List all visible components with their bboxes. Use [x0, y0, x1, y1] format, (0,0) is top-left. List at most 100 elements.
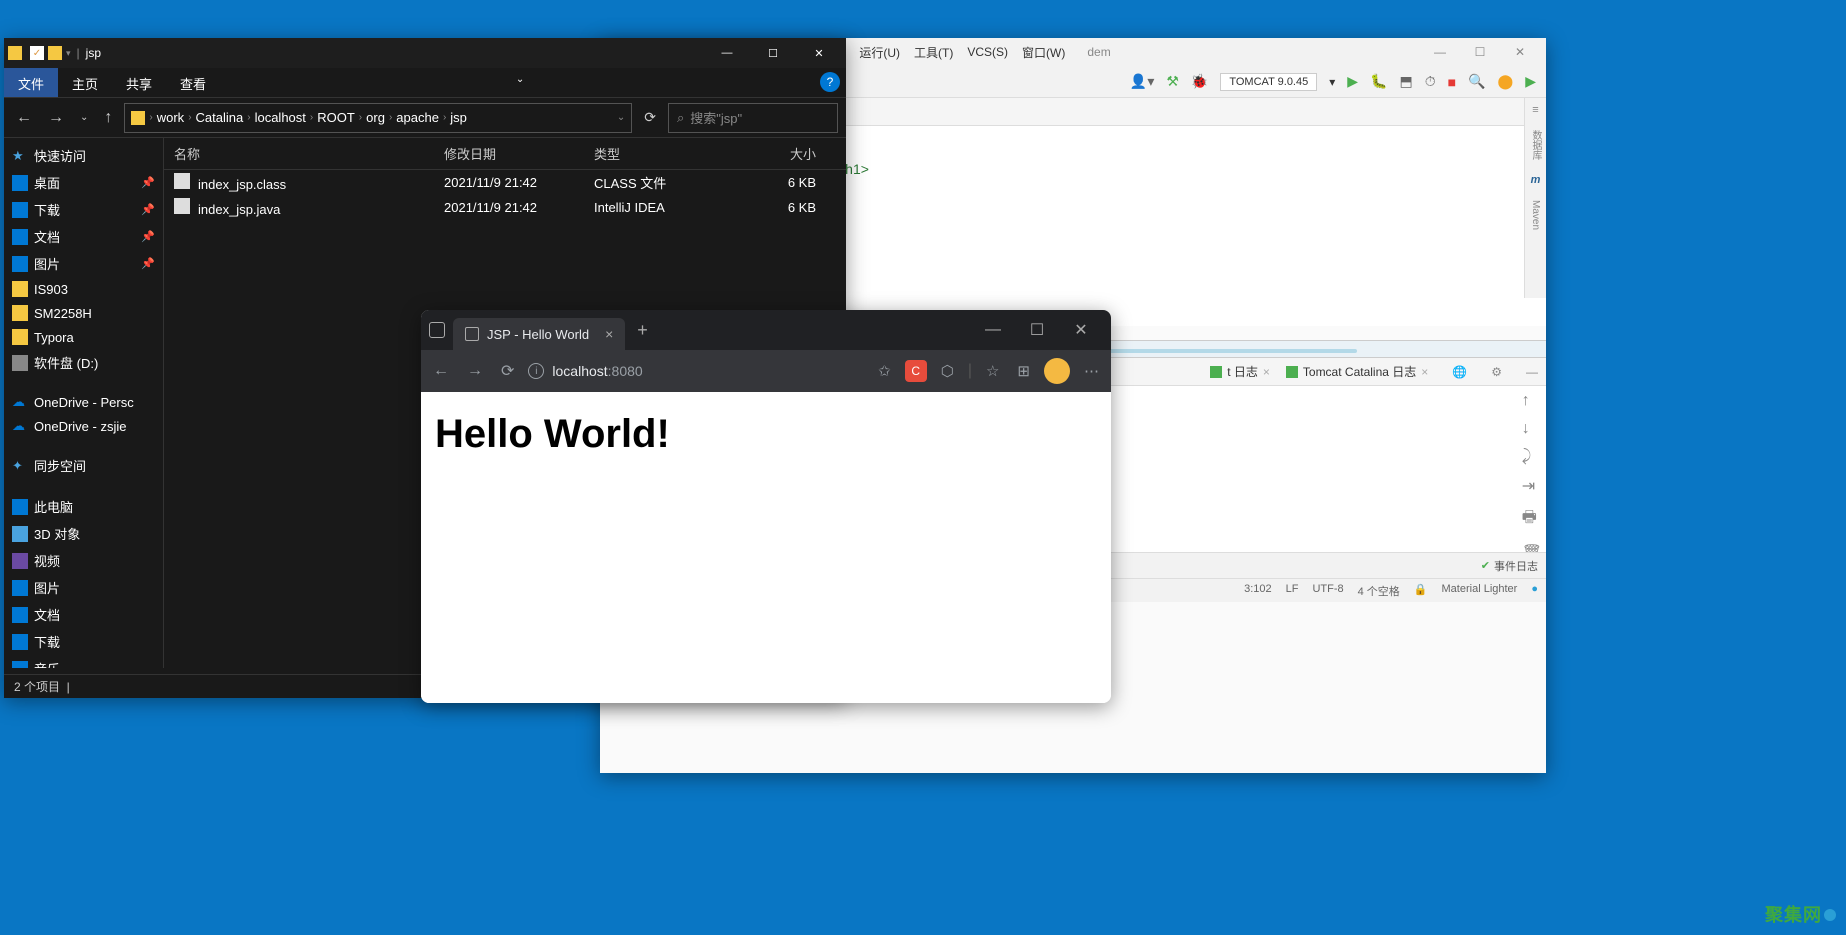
run-globe-icon[interactable]: 🌐 — [1452, 365, 1467, 379]
close-icon[interactable]: ✕ — [796, 38, 842, 68]
down-icon[interactable]: ↓ — [1522, 420, 1542, 438]
hammer-icon[interactable]: ⚒ — [1166, 73, 1179, 90]
close-log-icon[interactable]: × — [1263, 365, 1270, 379]
checkbox-icon[interactable]: ✓ — [30, 46, 44, 60]
sidebar-item[interactable]: ☁OneDrive - Persc — [4, 390, 163, 414]
search-icon[interactable]: 🔍 — [1468, 73, 1485, 90]
col-date[interactable]: 修改日期 — [444, 144, 594, 163]
sidebar-item[interactable]: 桌面📌 — [4, 169, 163, 196]
crumb[interactable]: org — [366, 110, 385, 125]
forward-icon[interactable]: → — [44, 105, 68, 131]
minimize-icon[interactable]: — — [704, 38, 750, 68]
back-icon[interactable]: ← — [429, 358, 453, 384]
history-dropdown-icon[interactable]: ⌄ — [76, 108, 92, 127]
indent-info[interactable]: 4 个空格 — [1358, 583, 1400, 599]
sidebar-item[interactable]: 文档 — [4, 601, 163, 628]
debug-icon[interactable]: 🐛 — [1370, 73, 1387, 90]
favorite-icon[interactable]: ✩ — [874, 358, 895, 384]
up-icon[interactable]: ↑ — [100, 105, 116, 131]
menu-item[interactable]: 运行(U) — [853, 40, 906, 65]
ribbon-view[interactable]: 查看 — [166, 68, 220, 97]
address-dropdown-icon[interactable]: ⌄ — [617, 112, 625, 123]
maximize-icon[interactable]: ☐ — [1460, 41, 1500, 63]
url-field[interactable]: i localhost:8080 — [528, 363, 864, 379]
close-tab-icon[interactable]: × — [605, 326, 613, 342]
expand-ribbon-icon[interactable]: ⌄ — [508, 68, 532, 97]
run-config-selector[interactable]: TOMCAT 9.0.45 — [1220, 73, 1317, 91]
run-icon[interactable]: ▶ — [1347, 73, 1358, 90]
close-icon[interactable]: ✕ — [1059, 314, 1103, 346]
crumb[interactable]: jsp — [450, 110, 467, 125]
collections-icon[interactable]: ⊞ — [1013, 358, 1034, 384]
log-tab[interactable]: t 日志× — [1210, 363, 1270, 380]
maven-tab[interactable]: Maven — [1530, 200, 1541, 230]
extension-c-icon[interactable]: C — [905, 360, 927, 382]
minimize-icon[interactable]: — — [1420, 41, 1460, 63]
sidebar-item[interactable]: 软件盘 (D:) — [4, 349, 163, 376]
sidebar-item[interactable]: 下载 — [4, 628, 163, 655]
back-icon[interactable]: ← — [12, 105, 36, 131]
user-icon[interactable]: 👤▾ — [1130, 73, 1154, 90]
catalina-log-tab[interactable]: Tomcat Catalina 日志× — [1286, 363, 1428, 380]
close-icon[interactable]: ✕ — [1500, 41, 1540, 63]
maximize-icon[interactable]: ☐ — [1015, 314, 1059, 346]
crumb[interactable]: Catalina — [196, 110, 244, 125]
reload-icon[interactable]: ⟳ — [497, 357, 518, 385]
menu-item[interactable]: 窗口(W) — [1016, 40, 1071, 65]
settings-icon[interactable]: ⬤ — [1498, 73, 1514, 90]
column-headers[interactable]: 名称 修改日期 类型 大小 — [164, 138, 846, 170]
maven-m-icon[interactable]: m — [1531, 174, 1541, 186]
trash-icon[interactable]: 🗑 — [1522, 543, 1542, 552]
ribbon-home[interactable]: 主页 — [58, 68, 112, 97]
site-info-icon[interactable]: i — [528, 363, 544, 379]
sidebar-item[interactable]: 音乐 — [4, 655, 163, 668]
profile-avatar[interactable] — [1044, 358, 1070, 384]
crumb[interactable]: work — [157, 110, 184, 125]
menu-item[interactable]: VCS(S) — [961, 41, 1014, 63]
encoding[interactable]: UTF-8 — [1312, 583, 1343, 599]
sidebar-item[interactable]: SM2258H — [4, 301, 163, 325]
events-tab[interactable]: ✔ 事件日志 — [1481, 558, 1538, 574]
wrap-icon[interactable]: ⤸ — [1522, 448, 1542, 466]
col-type[interactable]: 类型 — [594, 144, 714, 163]
menu-item[interactable]: 工具(T) — [908, 40, 959, 65]
run-min-icon[interactable]: — — [1526, 365, 1538, 379]
sidebar-item[interactable]: 图片 — [4, 574, 163, 601]
crumb[interactable]: localhost — [255, 110, 306, 125]
search-box[interactable]: ⌕ 搜索"jsp" — [668, 103, 838, 133]
sidebar-item[interactable]: 3D 对象 — [4, 520, 163, 547]
up-icon[interactable]: ↑ — [1522, 392, 1542, 410]
browser-tab[interactable]: JSP - Hello World × — [453, 318, 625, 350]
dropdown-icon[interactable]: ▾ — [1329, 75, 1335, 89]
address-bar[interactable]: › work› Catalina› localhost› ROOT› org› … — [124, 103, 632, 133]
theme-name[interactable]: Material Lighter — [1442, 583, 1518, 599]
crumb[interactable]: ROOT — [317, 110, 355, 125]
explorer-sidebar[interactable]: ★快速访问桌面📌下载📌文档📌图片📌IS903SM2258HTypora软件盘 (… — [4, 138, 164, 668]
sidebar-item[interactable]: 视频 — [4, 547, 163, 574]
sidebar-item[interactable]: 图片📌 — [4, 250, 163, 277]
forward-icon[interactable]: → — [463, 358, 487, 384]
sidebar-item[interactable]: ✦同步空间 — [4, 452, 163, 479]
sidebar-item[interactable]: ☁OneDrive - zsjie — [4, 414, 163, 438]
ribbon-share[interactable]: 共享 — [112, 68, 166, 97]
extensions-icon[interactable]: ⬡ — [937, 358, 958, 384]
crumb[interactable]: apache — [396, 110, 439, 125]
explorer-titlebar[interactable]: ✓ ▾ | jsp — ☐ ✕ — [4, 38, 846, 68]
help-icon[interactable]: ? — [820, 72, 840, 92]
dropdown-icon[interactable]: ▾ — [66, 48, 71, 59]
lock-icon[interactable]: 🔒 — [1414, 583, 1428, 599]
cursor-pos[interactable]: 3:102 — [1244, 583, 1272, 599]
col-name[interactable]: 名称 — [174, 144, 444, 163]
close-log-icon[interactable]: × — [1421, 365, 1428, 379]
print-icon[interactable]: 🖶 — [1522, 506, 1542, 533]
sidebar-item[interactable]: 此电脑 — [4, 493, 163, 520]
db-tab[interactable]: 数据库 — [1528, 130, 1543, 160]
minimize-icon[interactable]: — — [971, 314, 1015, 346]
tab-overview-icon[interactable] — [429, 322, 445, 338]
refresh-icon[interactable]: ⟳ — [640, 105, 660, 130]
database-icon[interactable]: ≡ — [1532, 104, 1538, 116]
maximize-icon[interactable]: ☐ — [750, 38, 796, 68]
line-ending[interactable]: LF — [1286, 583, 1299, 599]
col-size[interactable]: 大小 — [714, 144, 836, 163]
scroll-icon[interactable]: ⇥ — [1522, 476, 1542, 496]
